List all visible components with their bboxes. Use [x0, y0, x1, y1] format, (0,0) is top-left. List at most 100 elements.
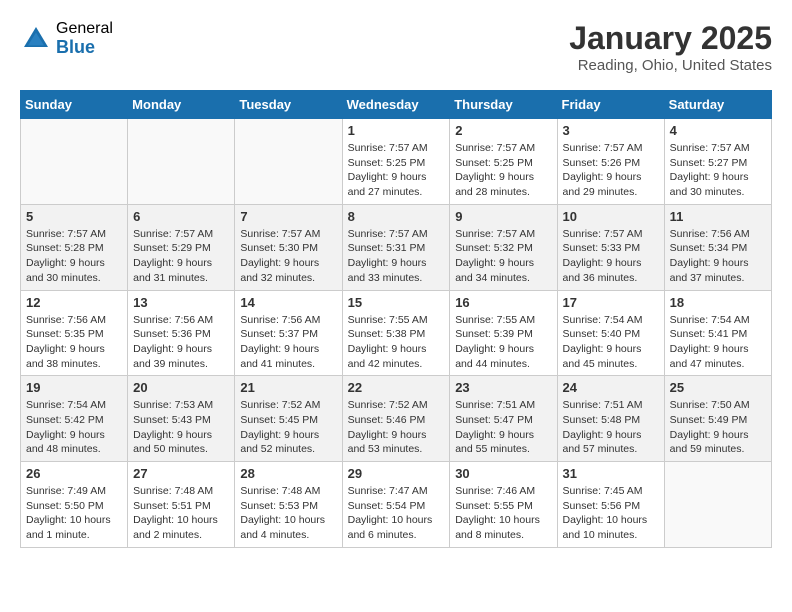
calendar-day-cell: 15 Sunrise: 7:55 AMSunset: 5:38 PMDayligh…	[342, 290, 450, 376]
day-number: 5	[26, 209, 122, 224]
logo-blue: Blue	[56, 38, 113, 58]
calendar-day-cell: 30Sunrise: 7:46 AMSunset: 5:55 PMDayligh…	[450, 462, 557, 548]
day-header-sunday: Sunday	[21, 91, 128, 119]
day-number: 1	[348, 123, 445, 138]
day-info: Sunrise: 7:56 AMSunset: 5:36 PMDaylight:…	[133, 313, 229, 372]
calendar-day-cell: 23 Sunrise: 7:51 AMSunset: 5:47 PMDayligh…	[450, 376, 557, 462]
day-number: 10	[563, 209, 659, 224]
calendar-day-cell: 29 Sunrise: 7:47 AMSunset: 5:54 PMDayligh…	[342, 462, 450, 548]
day-number: 15	[348, 295, 445, 310]
day-number: 23	[455, 380, 551, 395]
day-number: 21	[240, 380, 336, 395]
day-info: Sunrise: 7:57 AMSunset: 5:25 PMDaylight:…	[455, 141, 551, 200]
day-number: 13	[133, 295, 229, 310]
calendar-empty-cell	[235, 119, 342, 205]
day-header-monday: Monday	[128, 91, 235, 119]
calendar-day-cell: 12Sunrise: 7:56 AMSunset: 5:35 PMDayligh…	[21, 290, 128, 376]
calendar-empty-cell	[21, 119, 128, 205]
calendar-day-cell: 10 Sunrise: 7:57 AMSunset: 5:33 PMDayligh…	[557, 204, 664, 290]
calendar-day-cell: 19 Sunrise: 7:54 AMSunset: 5:42 PMDayligh…	[21, 376, 128, 462]
calendar-day-cell: 6Sunrise: 7:57 AMSunset: 5:29 PMDaylight…	[128, 204, 235, 290]
calendar-week-row: 12Sunrise: 7:56 AMSunset: 5:35 PMDayligh…	[21, 290, 772, 376]
calendar-day-cell: 25 Sunrise: 7:50 AMSunset: 5:49 PMDayligh…	[664, 376, 771, 462]
day-info: Sunrise: 7:57 AMSunset: 5:25 PMDaylight:…	[348, 141, 445, 200]
day-number: 8	[348, 209, 445, 224]
day-number: 11	[670, 209, 766, 224]
day-header-thursday: Thursday	[450, 91, 557, 119]
day-info: Sunrise: 7:57 AMSunset: 5:33 PMDaylight:…	[563, 227, 659, 286]
calendar-day-cell: 17 Sunrise: 7:54 AMSunset: 5:40 PMDayligh…	[557, 290, 664, 376]
day-info: Sunrise: 7:57 AMSunset: 5:29 PMDaylight:…	[133, 227, 229, 286]
day-info: Sunrise: 7:57 AMSunset: 5:31 PMDaylight:…	[348, 227, 445, 286]
calendar-empty-cell	[664, 462, 771, 548]
day-number: 4	[670, 123, 766, 138]
day-number: 17	[563, 295, 659, 310]
logo-general: General	[56, 20, 113, 38]
day-info: Sunrise: 7:55 AMSunset: 5:38 PMDaylight:…	[348, 313, 445, 372]
calendar-day-cell: 4 Sunrise: 7:57 AMSunset: 5:27 PMDaylight…	[664, 119, 771, 205]
calendar-week-row: 19 Sunrise: 7:54 AMSunset: 5:42 PMDayligh…	[21, 376, 772, 462]
calendar-week-row: 5 Sunrise: 7:57 AMSunset: 5:28 PMDaylight…	[21, 204, 772, 290]
month-title: January 2025	[569, 20, 772, 57]
day-info: Sunrise: 7:48 AMSunset: 5:53 PMDaylight:…	[240, 484, 336, 543]
day-number: 3	[563, 123, 659, 138]
calendar-table: SundayMondayTuesdayWednesdayThursdayFrid…	[20, 90, 772, 548]
day-info: Sunrise: 7:49 AMSunset: 5:50 PMDaylight:…	[26, 484, 122, 543]
day-info: Sunrise: 7:57 AMSunset: 5:26 PMDaylight:…	[563, 141, 659, 200]
day-number: 31	[563, 466, 659, 481]
day-info: Sunrise: 7:57 AMSunset: 5:28 PMDaylight:…	[26, 227, 122, 286]
day-info: Sunrise: 7:53 AMSunset: 5:43 PMDaylight:…	[133, 398, 229, 457]
day-number: 26	[26, 466, 122, 481]
logo-text: General Blue	[56, 20, 113, 57]
calendar-day-cell: 5 Sunrise: 7:57 AMSunset: 5:28 PMDaylight…	[21, 204, 128, 290]
day-info: Sunrise: 7:54 AMSunset: 5:40 PMDaylight:…	[563, 313, 659, 372]
day-info: Sunrise: 7:51 AMSunset: 5:48 PMDaylight:…	[563, 398, 659, 457]
calendar-day-cell: 18Sunrise: 7:54 AMSunset: 5:41 PMDayligh…	[664, 290, 771, 376]
calendar-day-cell: 14Sunrise: 7:56 AMSunset: 5:37 PMDayligh…	[235, 290, 342, 376]
day-info: Sunrise: 7:46 AMSunset: 5:55 PMDaylight:…	[455, 484, 551, 543]
calendar-empty-cell	[128, 119, 235, 205]
day-number: 9	[455, 209, 551, 224]
calendar-day-cell: 28 Sunrise: 7:48 AMSunset: 5:53 PMDayligh…	[235, 462, 342, 548]
calendar-day-cell: 24 Sunrise: 7:51 AMSunset: 5:48 PMDayligh…	[557, 376, 664, 462]
calendar-day-cell: 13 Sunrise: 7:56 AMSunset: 5:36 PMDayligh…	[128, 290, 235, 376]
day-number: 14	[240, 295, 336, 310]
calendar-day-cell: 27 Sunrise: 7:48 AMSunset: 5:51 PMDayligh…	[128, 462, 235, 548]
day-number: 24	[563, 380, 659, 395]
day-info: Sunrise: 7:51 AMSunset: 5:47 PMDaylight:…	[455, 398, 551, 457]
calendar-day-cell: 1 Sunrise: 7:57 AMSunset: 5:25 PMDaylight…	[342, 119, 450, 205]
day-info: Sunrise: 7:57 AMSunset: 5:27 PMDaylight:…	[670, 141, 766, 200]
location: Reading, Ohio, United States	[569, 57, 772, 74]
logo: General Blue	[20, 20, 113, 57]
day-number: 27	[133, 466, 229, 481]
calendar-day-cell: 31 Sunrise: 7:45 AMSunset: 5:56 PMDayligh…	[557, 462, 664, 548]
day-number: 28	[240, 466, 336, 481]
day-info: Sunrise: 7:45 AMSunset: 5:56 PMDaylight:…	[563, 484, 659, 543]
day-number: 20	[133, 380, 229, 395]
day-number: 19	[26, 380, 122, 395]
day-number: 7	[240, 209, 336, 224]
calendar-day-cell: 16 Sunrise: 7:55 AMSunset: 5:39 PMDayligh…	[450, 290, 557, 376]
day-info: Sunrise: 7:47 AMSunset: 5:54 PMDaylight:…	[348, 484, 445, 543]
day-info: Sunrise: 7:54 AMSunset: 5:42 PMDaylight:…	[26, 398, 122, 457]
day-number: 25	[670, 380, 766, 395]
day-number: 2	[455, 123, 551, 138]
day-info: Sunrise: 7:48 AMSunset: 5:51 PMDaylight:…	[133, 484, 229, 543]
day-header-tuesday: Tuesday	[235, 91, 342, 119]
day-info: Sunrise: 7:52 AMSunset: 5:46 PMDaylight:…	[348, 398, 445, 457]
logo-icon	[20, 23, 52, 55]
day-info: Sunrise: 7:55 AMSunset: 5:39 PMDaylight:…	[455, 313, 551, 372]
day-info: Sunrise: 7:57 AMSunset: 5:32 PMDaylight:…	[455, 227, 551, 286]
calendar-day-cell: 20 Sunrise: 7:53 AMSunset: 5:43 PMDayligh…	[128, 376, 235, 462]
calendar-week-row: 26 Sunrise: 7:49 AMSunset: 5:50 PMDayligh…	[21, 462, 772, 548]
day-number: 16	[455, 295, 551, 310]
calendar-day-cell: 7Sunrise: 7:57 AMSunset: 5:30 PMDaylight…	[235, 204, 342, 290]
calendar-header-row: SundayMondayTuesdayWednesdayThursdayFrid…	[21, 91, 772, 119]
day-header-wednesday: Wednesday	[342, 91, 450, 119]
day-number: 29	[348, 466, 445, 481]
title-block: January 2025 Reading, Ohio, United State…	[569, 20, 772, 74]
day-info: Sunrise: 7:50 AMSunset: 5:49 PMDaylight:…	[670, 398, 766, 457]
calendar-day-cell: 3 Sunrise: 7:57 AMSunset: 5:26 PMDaylight…	[557, 119, 664, 205]
day-number: 18	[670, 295, 766, 310]
day-number: 12	[26, 295, 122, 310]
